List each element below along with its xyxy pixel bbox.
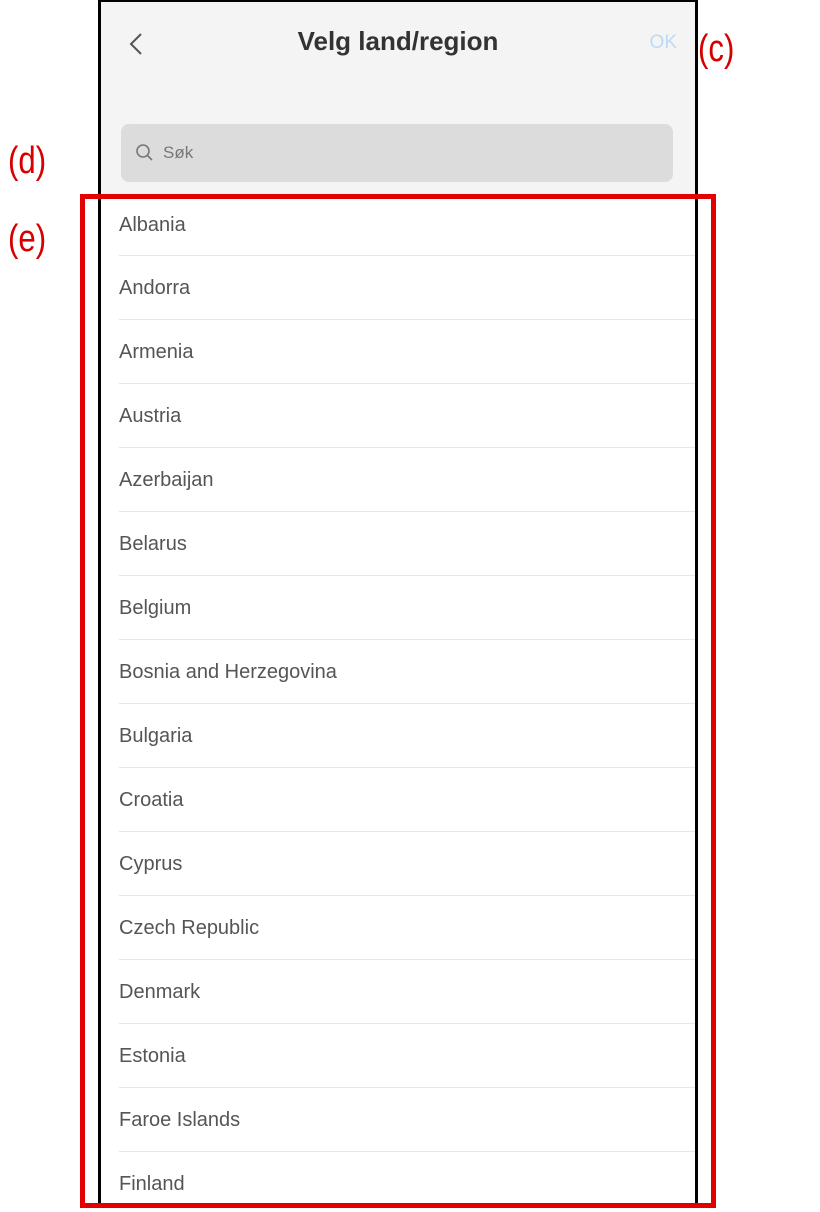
list-item[interactable]: Denmark: [101, 960, 695, 1024]
list-item[interactable]: Bulgaria: [101, 704, 695, 768]
search-input[interactable]: [161, 142, 565, 164]
list-item[interactable]: Andorra: [101, 256, 695, 320]
list-item[interactable]: Czech Republic: [101, 896, 695, 960]
list-item[interactable]: Azerbaijan: [101, 448, 695, 512]
page-title: Velg land/region: [297, 26, 499, 56]
list-item[interactable]: Finland: [101, 1152, 695, 1208]
phone-screen: Velg land/region OK Albania Andorra Arme…: [98, 0, 698, 1208]
search-icon: [136, 144, 153, 161]
list-item[interactable]: Cyprus: [101, 832, 695, 896]
list-item[interactable]: Belarus: [101, 512, 695, 576]
country-list: Albania Andorra Armenia Austria Azerbaij…: [101, 194, 695, 1208]
annotation-label-e: (e): [8, 218, 47, 260]
annotation-label-c: (c): [698, 28, 735, 70]
list-item[interactable]: Belgium: [101, 576, 695, 640]
list-item[interactable]: Albania: [101, 194, 695, 256]
list-item[interactable]: Faroe Islands: [101, 1088, 695, 1152]
list-item[interactable]: Armenia: [101, 320, 695, 384]
list-item[interactable]: Estonia: [101, 1024, 695, 1088]
annotation-label-d: (d): [8, 140, 47, 182]
list-item[interactable]: Bosnia and Herzegovina: [101, 640, 695, 704]
ok-button[interactable]: OK: [650, 32, 677, 54]
search-bar[interactable]: [121, 124, 673, 182]
list-item[interactable]: Croatia: [101, 768, 695, 832]
list-item[interactable]: Austria: [101, 384, 695, 448]
header-area: Velg land/region OK: [101, 2, 695, 194]
